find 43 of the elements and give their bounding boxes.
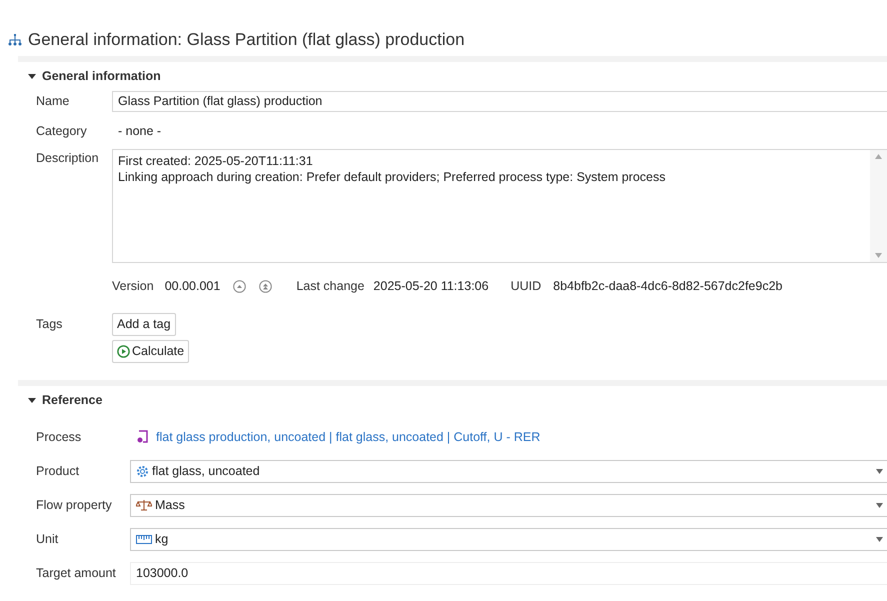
dropdown[interactable]: kg <box>130 528 887 550</box>
field-label: UUID <box>510 278 542 295</box>
field-label: Flow property <box>36 498 112 512</box>
field-label: Last change <box>296 278 364 295</box>
dropdown-arrow-icon[interactable] <box>876 536 883 542</box>
page-title: General information: Glass Partition (flat glass) production <box>28 28 465 51</box>
field-label: Product <box>36 464 80 478</box>
description-field[interactable]: First created: 2025-05-20T11:11:31 Linking approach during creation: Prefer default providers; Preferred process type: System process <box>112 149 887 263</box>
field-label: Description <box>36 151 99 165</box>
dropdown-arrow-icon[interactable] <box>876 468 883 474</box>
play-icon <box>117 345 130 358</box>
name-field[interactable]: Glass Partition (flat glass) production <box>112 90 887 112</box>
field-label: Tags <box>36 316 62 331</box>
field-label: Unit <box>36 532 58 546</box>
dropdown[interactable]: flat glass, uncoated <box>130 460 887 482</box>
scale-icon <box>136 499 152 511</box>
hierarchy-icon <box>8 32 22 46</box>
version-up-icon[interactable] <box>233 280 246 292</box>
field-label: Version <box>112 278 154 295</box>
gear-icon <box>136 464 149 478</box>
description-text: Linking approach during creation: Prefer default providers; Preferred process type: System process <box>118 169 666 185</box>
ruler-icon <box>136 534 152 544</box>
last-change-value: 2025-05-20 11:13:06 <box>373 278 489 295</box>
version-double-up-icon[interactable] <box>259 280 272 292</box>
field-label: Process <box>36 430 82 444</box>
dropdown[interactable]: Mass <box>130 494 887 516</box>
field-label: Category <box>36 124 87 138</box>
uuid-value: 8b4bfb2c-daa8-4dc6-8d82-567dc2fe9c2b <box>553 278 782 295</box>
expand-triangle-icon[interactable] <box>28 72 36 80</box>
calculate-button[interactable]: Calculate <box>112 340 190 363</box>
description-text: First created: 2025-05-20T11:11:31 <box>118 153 314 169</box>
category-value: - none - <box>117 122 162 140</box>
field-label: Name <box>36 94 70 108</box>
dropdown-arrow-icon[interactable] <box>876 502 883 508</box>
version-value: 00.00.001 <box>164 278 220 295</box>
field-label: Target amount <box>36 566 116 580</box>
section-title[interactable]: General information <box>42 66 161 86</box>
section-title[interactable]: Reference <box>42 390 102 410</box>
process-icon <box>136 430 148 444</box>
expand-triangle-icon[interactable] <box>28 396 36 404</box>
target-amount-field[interactable]: 103000.0 <box>130 562 887 584</box>
add-tag-button[interactable]: Add a tag <box>112 312 176 336</box>
process-link[interactable]: flat glass production, uncoated | flat glass, uncoated | Cutoff, U - RER <box>156 428 540 446</box>
